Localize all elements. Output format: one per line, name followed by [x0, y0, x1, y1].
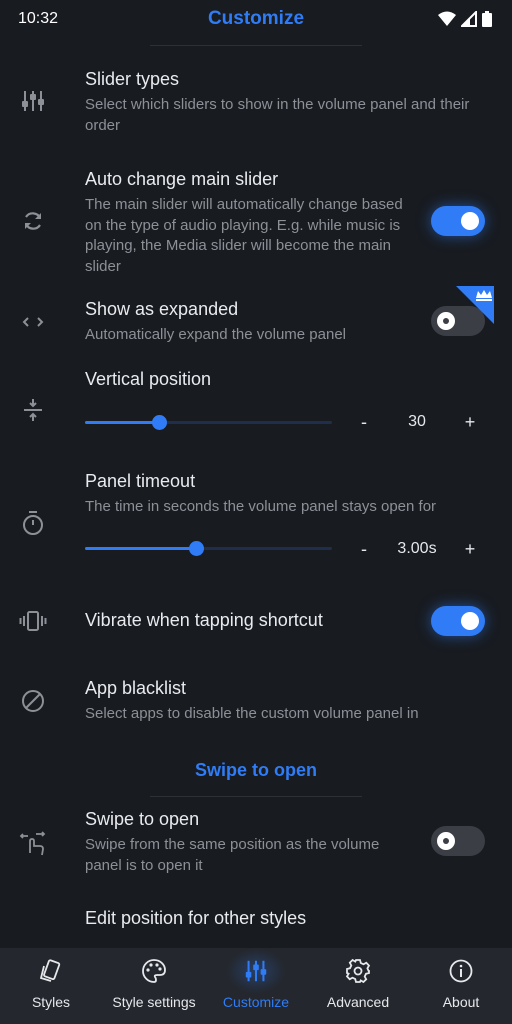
edit-position-title: Edit position for other styles	[85, 908, 307, 928]
panel-timeout-value: 3.00s	[397, 540, 437, 557]
nav-label-about: About	[442, 994, 480, 1010]
section-divider	[150, 796, 362, 797]
app-blacklist-desc: Select apps to disable the custom volume…	[85, 705, 419, 722]
block-icon	[18, 686, 48, 716]
panel-timeout-title: Panel timeout	[85, 471, 196, 491]
auto-change-toggle[interactable]	[431, 206, 485, 236]
vertical-position-value: 30	[408, 413, 426, 430]
vibrate-toggle[interactable]	[431, 606, 485, 636]
vertical-position-title: Vertical position	[85, 369, 212, 389]
toggle-knob	[437, 832, 455, 850]
sync-icon	[18, 206, 48, 236]
vertical-decrement-button[interactable]: -	[354, 412, 374, 433]
auto-change-desc: The main slider will automatically chang…	[85, 196, 403, 275]
nav-item-styles[interactable]: Styles	[0, 948, 102, 1024]
nav-item-style-settings[interactable]: Style settings	[102, 948, 206, 1024]
timeout-increment-button[interactable]: +	[460, 539, 480, 560]
palette-icon	[141, 958, 167, 984]
slider-fill	[85, 547, 197, 550]
header-divider	[150, 45, 362, 46]
swipe-to-open-desc: Swipe from the same position as the volu…	[85, 836, 380, 874]
show-expanded-desc: Automatically expand the volume panel	[85, 326, 346, 343]
auto-change-title: Auto change main slider	[85, 169, 279, 189]
timer-icon	[18, 508, 48, 538]
nav-item-customize[interactable]: Customize	[206, 948, 306, 1024]
toggle-knob	[437, 312, 455, 330]
premium-crown-icon	[456, 286, 494, 324]
vertical-position-slider[interactable]	[85, 415, 332, 430]
nav-item-about[interactable]: About	[410, 948, 512, 1024]
nav-label-style-settings: Style settings	[112, 994, 196, 1010]
nav-label-styles: Styles	[31, 994, 71, 1010]
nav-label-advanced: Advanced	[326, 994, 390, 1010]
slider-types-title: Slider types	[85, 69, 180, 89]
toggle-knob	[461, 212, 479, 230]
sliders-icon	[243, 958, 269, 984]
slider-fill	[85, 421, 160, 424]
code-expand-icon	[18, 307, 48, 337]
slider-types-desc: Select which sliders to show in the volu…	[85, 96, 470, 134]
vibrate-icon	[18, 606, 48, 636]
vibrate-title: Vibrate when tapping shortcut	[85, 610, 323, 630]
timeout-decrement-button[interactable]: -	[354, 539, 374, 560]
swipe-section-header: Swipe to open	[194, 760, 317, 780]
toggle-knob	[461, 612, 479, 630]
slider-thumb[interactable]	[152, 415, 168, 430]
panel-timeout-desc: The time in seconds the volume panel sta…	[85, 498, 437, 515]
app-blacklist-title: App blacklist	[85, 678, 187, 698]
bottom-navigation: Styles Style settings Customize Advanced…	[0, 948, 512, 1024]
show-expanded-title: Show as expanded	[85, 299, 239, 319]
nav-item-advanced[interactable]: Advanced	[306, 948, 410, 1024]
panel-timeout-slider[interactable]	[85, 541, 332, 556]
swipe-to-open-toggle[interactable]	[431, 826, 485, 856]
page-title: Customize	[207, 8, 305, 29]
info-icon	[448, 958, 474, 984]
slider-thumb[interactable]	[189, 541, 205, 556]
sliders-icon	[18, 86, 48, 116]
nav-label-customize: Customize	[222, 994, 290, 1010]
styles-icon	[38, 958, 64, 984]
swipe-gesture-icon	[18, 828, 48, 858]
vertical-increment-button[interactable]: +	[460, 412, 480, 433]
swipe-to-open-title: Swipe to open	[85, 809, 200, 829]
vertical-align-icon	[18, 395, 48, 425]
gear-icon	[345, 958, 371, 984]
